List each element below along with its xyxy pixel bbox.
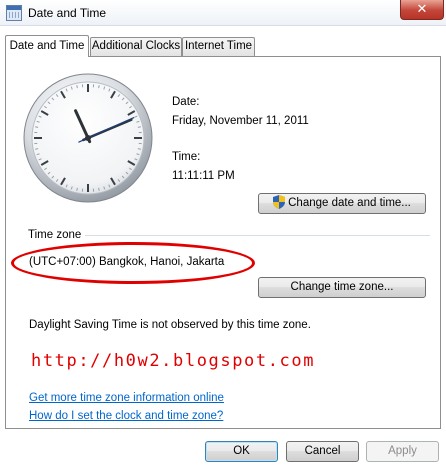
clock-minute-tick: [35, 148, 39, 150]
dst-note: Daylight Saving Time is not observed by …: [29, 319, 311, 331]
change-date-time-button[interactable]: Change date and time...: [258, 193, 426, 214]
clock-minute-tick: [35, 126, 39, 128]
ok-button[interactable]: OK: [205, 441, 278, 462]
how-set-clock-link[interactable]: How do I set the clock and time zone?: [29, 410, 223, 422]
clock-minute-tick: [98, 85, 100, 89]
change-time-zone-button[interactable]: Change time zone...: [258, 277, 426, 298]
clock-minute-tick: [137, 148, 141, 150]
annotation-ellipse: [11, 242, 255, 284]
title-bar: Date and Time ✕: [0, 0, 446, 26]
close-button[interactable]: ✕: [400, 0, 444, 20]
calendar-clock-icon: [6, 5, 22, 21]
analog-clock: [23, 73, 153, 203]
time-label: Time:: [172, 151, 201, 163]
time-zone-label: Time zone: [28, 229, 86, 241]
more-timezone-info-link[interactable]: Get more time zone information online: [29, 392, 224, 404]
clock-minute-tick: [137, 126, 141, 128]
uac-shield-icon: [273, 195, 286, 209]
apply-button[interactable]: Apply: [366, 441, 439, 462]
close-icon: ✕: [416, 2, 428, 17]
time-zone-separator: [28, 235, 430, 236]
date-label: Date:: [172, 96, 200, 108]
clock-minute-tick: [76, 85, 78, 89]
cancel-button[interactable]: Cancel: [286, 441, 359, 462]
date-value: Friday, November 11, 2011: [172, 115, 309, 127]
clock-minute-tick: [98, 187, 100, 191]
watermark-text: http://h0w2.blogspot.com: [31, 351, 316, 371]
time-value: 11:11:11 PM: [172, 170, 235, 182]
clock-minute-tick: [76, 187, 78, 191]
tab-date-and-time[interactable]: Date and Time: [5, 35, 89, 57]
window-title: Date and Time: [28, 6, 107, 20]
tab-internet-time[interactable]: Internet Time: [182, 37, 255, 56]
tab-additional-clocks[interactable]: Additional Clocks: [90, 37, 182, 56]
